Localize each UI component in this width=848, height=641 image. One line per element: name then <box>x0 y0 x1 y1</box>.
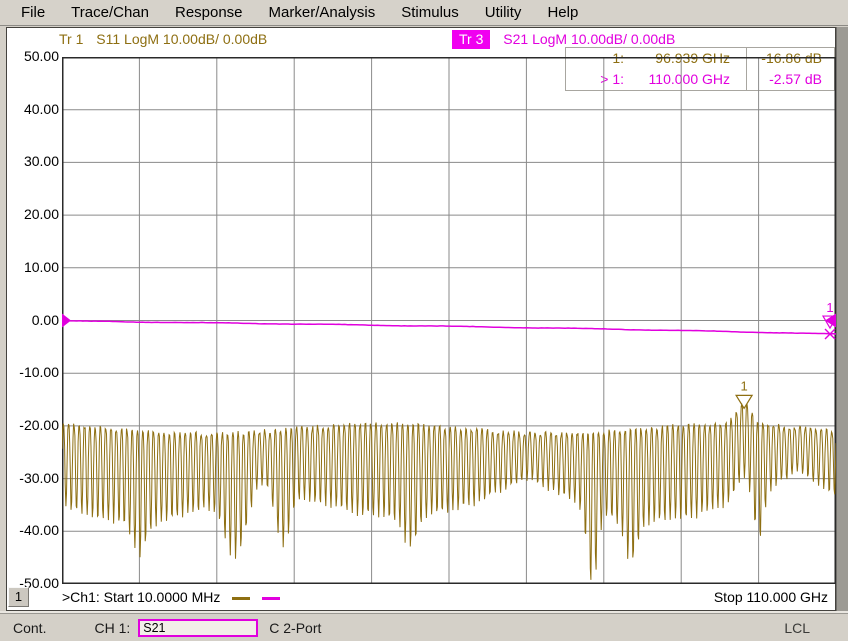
stimulus-start-readout[interactable]: >Ch1: Start 10.0000 MHz <box>62 589 280 605</box>
marker-number-label: 1 <box>740 378 747 393</box>
channel-1-button[interactable]: 1 <box>8 587 29 607</box>
menu-response[interactable]: Response <box>162 4 256 21</box>
menu-file[interactable]: File <box>8 4 58 21</box>
trace1-settings: S11 LogM 10.00dB/ 0.00dB <box>96 31 267 47</box>
y-tick-label: -10.00 <box>9 364 59 380</box>
vna-screen: File Trace/Chan Response Marker/Analysis… <box>0 0 848 641</box>
trace3-legend-dash <box>262 597 280 600</box>
menu-trace-chan[interactable]: Trace/Chan <box>58 4 162 21</box>
trace3-settings: S21 LogM 10.00dB/ 0.00dB <box>503 31 675 47</box>
y-tick-label: 40.00 <box>9 101 59 117</box>
marker-number-label: 1 <box>826 300 833 315</box>
sweep-mode-status: Cont. <box>13 620 46 636</box>
trace3-header[interactable]: Tr 3 S21 LogM 10.00dB/ 0.00dB <box>452 31 675 48</box>
window-right-frame <box>836 27 848 611</box>
stimulus-stop-readout[interactable]: Stop 110.000 GHz <box>714 589 828 605</box>
start-frequency-text: >Ch1: Start 10.0000 MHz <box>62 589 220 605</box>
active-measurement-box[interactable]: S21 <box>138 619 258 637</box>
y-tick-label: 20.00 <box>9 206 59 222</box>
display-panel: Tr 1 S11 LogM 10.00dB/ 0.00dB Tr 3 S21 L… <box>6 27 836 611</box>
trace1-header[interactable]: Tr 1 S11 LogM 10.00dB/ 0.00dB <box>59 31 267 48</box>
menu-stimulus[interactable]: Stimulus <box>388 4 472 21</box>
cal-status: C 2-Port <box>269 620 321 636</box>
trace1-legend-dash <box>232 597 250 600</box>
menu-utility[interactable]: Utility <box>472 4 535 21</box>
y-tick-label: -20.00 <box>9 417 59 433</box>
marker-triangle <box>736 395 752 408</box>
y-tick-label: 0.00 <box>9 312 59 328</box>
graticule-plot: 11 <box>62 57 836 584</box>
reference-level-left-triangle <box>62 314 71 328</box>
channel-status-label: CH 1: <box>94 620 130 636</box>
menu-marker-analysis[interactable]: Marker/Analysis <box>256 4 389 21</box>
status-bar: Cont. CH 1: S21 C 2-Port LCL <box>0 613 848 641</box>
local-remote-status: LCL <box>784 620 810 636</box>
y-tick-label: 50.00 <box>9 48 59 64</box>
menu-help[interactable]: Help <box>534 4 591 21</box>
menu-bar: File Trace/Chan Response Marker/Analysis… <box>0 0 848 26</box>
trace3-id-active-badge: Tr 3 <box>452 30 490 49</box>
y-tick-label: -30.00 <box>9 470 59 486</box>
y-tick-label: -40.00 <box>9 522 59 538</box>
y-tick-label: 30.00 <box>9 153 59 169</box>
trace1-id: Tr 1 <box>59 31 83 47</box>
y-tick-label: 10.00 <box>9 259 59 275</box>
